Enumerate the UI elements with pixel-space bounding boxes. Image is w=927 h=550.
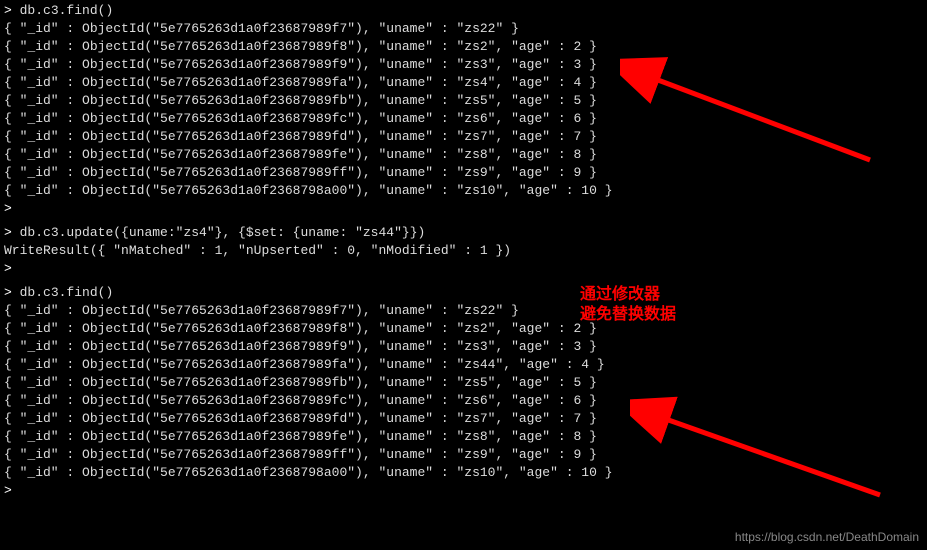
prompt-line: > [4,200,923,218]
output-line: { "_id" : ObjectId("5e7765263d1a0f236879… [4,74,923,92]
prompt: > [4,3,12,18]
command-text: db.c3.update({uname:"zs4"}, {$set: {unam… [20,225,426,240]
prompt: > [4,285,12,300]
output-line: { "_id" : ObjectId("5e7765263d1a0f236879… [4,92,923,110]
output-line: { "_id" : ObjectId("5e7765263d1a0f236879… [4,110,923,128]
prompt: > [4,225,12,240]
prompt: > [4,261,12,276]
command-line: > db.c3.update({uname:"zs4"}, {$set: {un… [4,224,923,242]
output-line: { "_id" : ObjectId("5e7765263d1a0f236879… [4,338,923,356]
output-line: { "_id" : ObjectId("5e7765263d1a0f236879… [4,20,923,38]
output-line: { "_id" : ObjectId("5e7765263d1a0f236879… [4,356,923,374]
output-line: WriteResult({ "nMatched" : 1, "nUpserted… [4,242,923,260]
prompt-line: > [4,482,923,500]
output-line: { "_id" : ObjectId("5e7765263d1a0f236879… [4,164,923,182]
output-line: { "_id" : ObjectId("5e7765263d1a0f236879… [4,56,923,74]
output-line: { "_id" : ObjectId("5e7765263d1a0f236879… [4,38,923,56]
command-text: db.c3.find() [20,285,114,300]
output-line: { "_id" : ObjectId("5e7765263d1a0f236879… [4,428,923,446]
terminal-output[interactable]: > db.c3.find() { "_id" : ObjectId("5e776… [0,0,927,502]
output-line: { "_id" : ObjectId("5e7765263d1a0f236879… [4,374,923,392]
output-line: { "_id" : ObjectId("5e7765263d1a0f236879… [4,464,923,482]
output-line: { "_id" : ObjectId("5e7765263d1a0f236879… [4,410,923,428]
output-line: { "_id" : ObjectId("5e7765263d1a0f236879… [4,392,923,410]
output-line: { "_id" : ObjectId("5e7765263d1a0f236879… [4,146,923,164]
annotation-line2: 避免替换数据 [580,305,676,325]
command-text: db.c3.find() [20,3,114,18]
output-line: { "_id" : ObjectId("5e7765263d1a0f236879… [4,446,923,464]
output-line: { "_id" : ObjectId("5e7765263d1a0f236879… [4,182,923,200]
output-line: { "_id" : ObjectId("5e7765263d1a0f236879… [4,302,923,320]
output-line: { "_id" : ObjectId("5e7765263d1a0f236879… [4,320,923,338]
annotation-line1: 通过修改器 [580,285,676,305]
watermark-text: https://blog.csdn.net/DeathDomain [735,528,919,546]
prompt: > [4,201,12,216]
annotation-text: 通过修改器 避免替换数据 [580,285,676,325]
prompt: > [4,483,12,498]
command-line: > db.c3.find() [4,2,923,20]
command-line: > db.c3.find() [4,284,923,302]
output-line: { "_id" : ObjectId("5e7765263d1a0f236879… [4,128,923,146]
prompt-line: > [4,260,923,278]
